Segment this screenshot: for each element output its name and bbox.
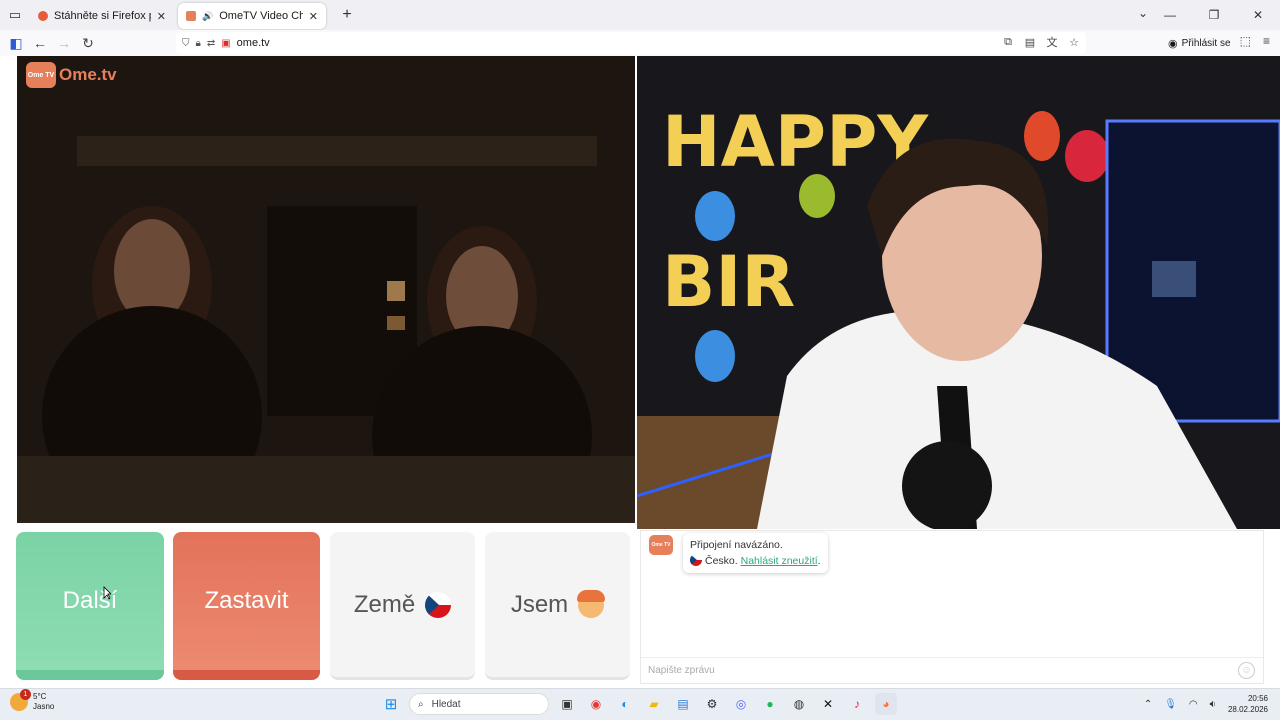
own-video-scene: HAPPY BIR bbox=[637, 56, 1280, 529]
extensions-icon[interactable]: ⬚ bbox=[1240, 34, 1251, 48]
stop-button[interactable]: Zastavit bbox=[173, 532, 320, 680]
search-placeholder: Hledat bbox=[431, 698, 461, 710]
volume-icon[interactable]: 🔉︎ bbox=[1210, 699, 1216, 710]
reader-view-icon[interactable]: ▤ bbox=[1022, 34, 1038, 50]
stranger-video bbox=[17, 56, 635, 523]
country-text: Česko. bbox=[705, 555, 738, 567]
edge-icon[interactable]: ◐ bbox=[614, 693, 636, 715]
ometv-chat-avatar: Ome TV bbox=[649, 535, 673, 555]
stop-label: Zastavit bbox=[204, 587, 289, 614]
ometv-logo: Ome TV Ome.tv bbox=[26, 62, 117, 88]
notification-badge: 1 bbox=[20, 689, 31, 700]
firefox-icon[interactable]: ◕ bbox=[875, 693, 897, 715]
gender-label: Jsem bbox=[510, 590, 569, 618]
clock-time: 20:56 bbox=[1247, 694, 1268, 703]
close-tab-icon[interactable]: ✕ bbox=[157, 10, 166, 23]
firefox-favicon-icon bbox=[38, 11, 48, 21]
start-icon[interactable]: ⊞ bbox=[380, 693, 402, 715]
microphone-icon[interactable]: 🎙︎ bbox=[1164, 699, 1177, 710]
chat-panel: Ome TV Připojení navázáno. Česko. Nahlás… bbox=[640, 530, 1264, 684]
back-icon[interactable]: ← bbox=[28, 31, 52, 55]
male-face-icon bbox=[577, 589, 606, 618]
weather-widget[interactable]: 1 5°C Jasno bbox=[10, 689, 55, 712]
close-window-icon[interactable]: ✕ bbox=[1236, 0, 1280, 30]
taskbar-search[interactable]: ⌕ Hledat bbox=[409, 693, 549, 715]
menu-icon[interactable]: ≡ bbox=[1263, 34, 1270, 48]
bookmark-star-icon[interactable]: ☆ bbox=[1066, 34, 1082, 50]
weather-temp: 5°C bbox=[33, 692, 47, 701]
wifi-icon[interactable]: ◠ bbox=[1189, 699, 1198, 710]
close-tab-icon[interactable]: ✕ bbox=[309, 10, 318, 23]
obs-icon[interactable]: ◍ bbox=[788, 693, 810, 715]
country-label: Země bbox=[353, 590, 416, 618]
search-icon: ⌕ bbox=[418, 698, 424, 710]
tiktok-icon[interactable]: ♪ bbox=[846, 693, 868, 715]
clock[interactable]: 20:56 28.02.2026 bbox=[1228, 693, 1268, 715]
weather-desc: Jasno bbox=[33, 702, 55, 711]
window-controls: — ❐ ✕ bbox=[1148, 0, 1280, 30]
lock-icon[interactable]: 🔒︎ bbox=[196, 38, 201, 49]
tab-ometv[interactable]: 🔊 OmeTV Video Chat — Ome ✕ bbox=[178, 3, 326, 29]
tab-firefox-android[interactable]: Stáhněte si Firefox pro Android ✕ bbox=[30, 3, 174, 29]
account-icon: ◉ bbox=[1168, 37, 1178, 50]
emoji-icon[interactable]: ☺ bbox=[1238, 662, 1255, 679]
chevron-down-icon[interactable]: ⌄ bbox=[1138, 6, 1148, 20]
restore-icon[interactable]: ❐ bbox=[1192, 0, 1236, 30]
notepad-icon[interactable]: ▤ bbox=[672, 693, 694, 715]
stranger-video-scene bbox=[17, 56, 635, 523]
shield-icon[interactable]: ⛉ bbox=[182, 38, 190, 49]
camera-sharing-icon[interactable]: ▣ bbox=[221, 38, 230, 49]
message-placeholder: Napište zprávu bbox=[648, 665, 715, 676]
taskbar: 1 5°C Jasno ⊞ ⌕ Hledat ▣ ◉ ◐ ▰ ▤ ⚙ ◎ ● ◍… bbox=[0, 688, 1280, 720]
czech-flag-icon bbox=[690, 554, 702, 566]
tab-bar: ▭ Stáhněte si Firefox pro Android ✕ 🔊 Om… bbox=[0, 0, 1280, 30]
steam-icon[interactable]: ⚙ bbox=[701, 693, 723, 715]
weather-sun-icon: 1 bbox=[10, 689, 31, 711]
permissions-icon[interactable]: ⇄ bbox=[207, 38, 215, 49]
url-bar[interactable]: ⛉ 🔒︎ ⇄ ▣ ome.tv ⧉ ▤ 文 ☆ bbox=[176, 32, 1086, 54]
forward-icon[interactable]: → bbox=[52, 31, 76, 55]
tab-list-icon[interactable]: ▭ bbox=[0, 0, 30, 30]
chevron-up-icon[interactable]: ⌃ bbox=[1144, 699, 1152, 710]
navigation-bar: ◧ ← → ↻ ⛉ 🔒︎ ⇄ ▣ ome.tv ⧉ ▤ 文 ☆ ◉ Přihlá… bbox=[0, 30, 1280, 56]
report-suffix: . bbox=[817, 555, 821, 567]
new-tab-icon[interactable]: + bbox=[334, 6, 360, 24]
file-explorer-icon[interactable]: ▰ bbox=[643, 693, 665, 715]
sidebar-toggle-icon[interactable]: ◧ bbox=[4, 31, 28, 55]
country-select-button[interactable]: Země bbox=[330, 532, 475, 680]
mouse-cursor-icon bbox=[103, 586, 111, 600]
reload-icon[interactable]: ↻ bbox=[76, 31, 100, 55]
country-line: Česko. Nahlásit zneužití. bbox=[690, 553, 821, 569]
logo-text: Ome.tv bbox=[59, 65, 117, 84]
task-view-icon[interactable]: ▣ bbox=[556, 693, 578, 715]
system-message: Připojení navázáno. Česko. Nahlásit zneu… bbox=[683, 533, 828, 573]
url-text[interactable]: ome.tv bbox=[237, 37, 270, 49]
spotify-icon[interactable]: ● bbox=[759, 693, 781, 715]
connection-status-text: Připojení navázáno. bbox=[690, 539, 783, 551]
chrome-icon[interactable]: ◉ bbox=[585, 693, 607, 715]
speaker-icon[interactable]: 🔊 bbox=[202, 11, 213, 22]
message-input[interactable]: Napište zprávu bbox=[641, 657, 1263, 683]
picture-in-picture-icon[interactable]: ⧉ bbox=[1000, 34, 1016, 50]
ometv-favicon-icon bbox=[186, 11, 196, 21]
signin-button[interactable]: ◉ Přihlásit se bbox=[1164, 34, 1235, 52]
translate-icon[interactable]: 文 bbox=[1044, 34, 1060, 50]
ometv-page: Ome TV Ome.tv HAPPY BIR Další Zastavit Z… bbox=[0, 56, 1280, 688]
capcut-icon[interactable]: ✕ bbox=[817, 693, 839, 715]
own-video: HAPPY BIR bbox=[637, 56, 1280, 529]
signin-label: Přihlásit se bbox=[1181, 37, 1231, 49]
next-button[interactable]: Další bbox=[16, 532, 164, 680]
czech-flag-icon bbox=[425, 591, 452, 618]
report-abuse-link[interactable]: Nahlásit zneužití bbox=[741, 555, 818, 567]
system-tray: ⌃ 🎙︎ ◠ 🔉︎ 20:56 28.02.2026 bbox=[1144, 693, 1268, 715]
gender-select-button[interactable]: Jsem bbox=[485, 532, 630, 680]
tab-label: OmeTV Video Chat — Ome bbox=[219, 10, 303, 22]
minimize-icon[interactable]: — bbox=[1148, 0, 1192, 30]
clock-date: 28.02.2026 bbox=[1227, 705, 1268, 714]
tab-label: Stáhněte si Firefox pro Android bbox=[54, 10, 151, 22]
discord-icon[interactable]: ◎ bbox=[730, 693, 752, 715]
logo-badge: Ome TV bbox=[26, 62, 56, 88]
svg-text:BIR: BIR bbox=[662, 241, 795, 323]
